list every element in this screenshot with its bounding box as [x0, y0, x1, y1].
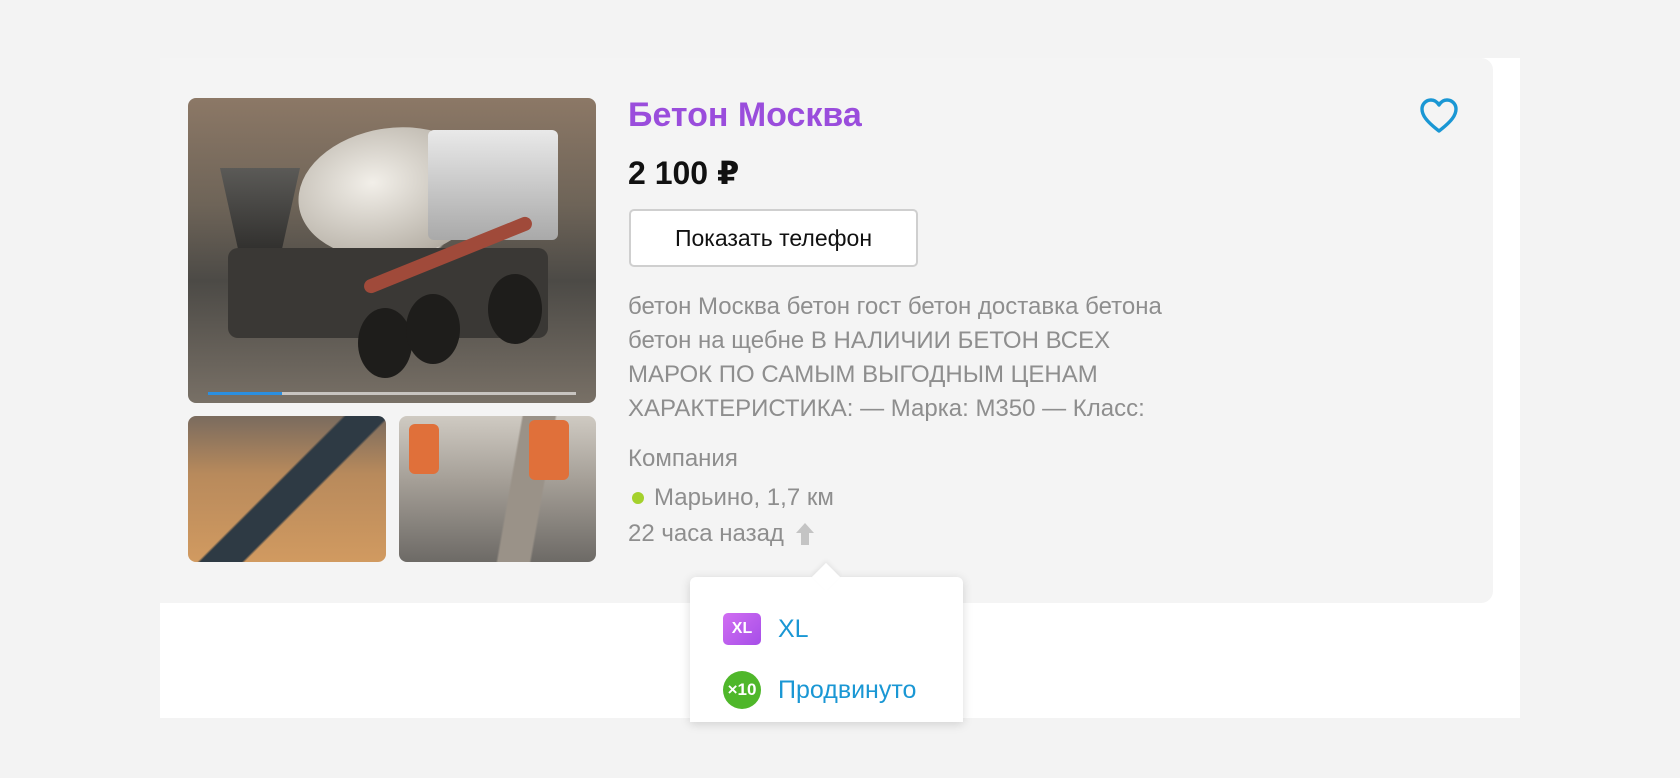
- gallery-progress-bar: [208, 392, 576, 395]
- xl-badge-icon: XL: [723, 613, 761, 645]
- listing-thumbnail-2[interactable]: [399, 416, 596, 562]
- listing-main-photo[interactable]: [188, 98, 596, 403]
- description-line: ХАРАКТЕРИСТИКА: — Марка: М350 — Класс:: [628, 395, 1145, 422]
- location-text: Марьино, 1,7 км: [654, 484, 834, 511]
- listing-title[interactable]: Бетон Москва: [628, 96, 862, 135]
- promo-item-label: Продвинуто: [778, 675, 917, 704]
- promo-item-promoted[interactable]: ×10 Продвинуто: [723, 671, 916, 709]
- x10-badge-icon: ×10: [723, 671, 761, 709]
- promo-popup: XL XL ×10 Продвинуто: [690, 577, 963, 722]
- description-line: бетон на щебне В НАЛИЧИИ БЕТОН ВСЕХ: [628, 327, 1111, 354]
- metro-dot-icon: [632, 492, 644, 504]
- promo-item-xl[interactable]: XL XL: [723, 613, 809, 645]
- promote-arrow-icon[interactable]: [794, 521, 816, 547]
- listing-thumbnail-1[interactable]: [188, 416, 386, 562]
- location: Марьино, 1,7 км: [628, 484, 834, 512]
- listing-price: 2 100 ₽: [628, 155, 740, 191]
- description-line: МАРОК ПО САМЫМ ВЫГОДНЫМ ЦЕНАМ: [628, 361, 1098, 388]
- show-phone-button[interactable]: Показать телефон: [629, 209, 918, 267]
- description-line: бетон Москва бетон гост бетон доставка б…: [628, 293, 1162, 320]
- gallery-progress-fill: [208, 392, 282, 395]
- favorite-button[interactable]: [1418, 96, 1460, 136]
- posted-time-text: 22 часа назад: [628, 520, 784, 547]
- heart-icon: [1420, 98, 1458, 133]
- listing-description: бетон Москва бетон гост бетон доставка б…: [628, 290, 1268, 426]
- seller-type: Компания: [628, 445, 738, 472]
- posted-time: 22 часа назад: [628, 520, 816, 548]
- promo-item-label: XL: [778, 614, 809, 643]
